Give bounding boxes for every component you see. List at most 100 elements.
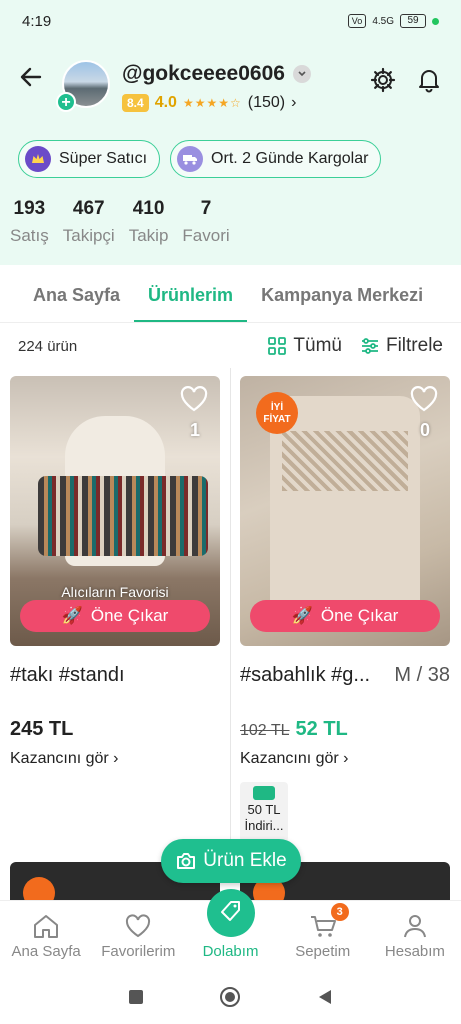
badge-text-line2: FİYAT (263, 412, 290, 425)
nav-closet[interactable]: Dolabım (184, 889, 276, 970)
earnings-link[interactable]: Kazancını gör › (10, 750, 119, 768)
good-price-badge-icon: İYİ FİYAT (256, 392, 298, 434)
stat-followers[interactable]: 467 Takipçi (63, 198, 115, 246)
stat-label: Takip (128, 226, 169, 245)
seller-badges: Süper Satıcı Ort. 2 Günde Kargolar (18, 140, 382, 178)
product-card[interactable]: 1 Alıcıların Favorisi 🚀 Öne Çıkar #takı … (0, 368, 230, 858)
product-title: #sabahlık #g... (240, 664, 371, 686)
review-count: (150) (247, 94, 286, 111)
like-button[interactable] (180, 386, 208, 412)
discount-coupon[interactable]: 50 TL İndiri... (240, 782, 288, 842)
filter-button[interactable]: Filtrele (360, 335, 443, 357)
tag-icon (220, 901, 240, 921)
gear-icon (370, 67, 396, 93)
bottom-navigation: Ana Sayfa Favorilerim Dolabım 3 Sepetim … (0, 889, 461, 970)
favorite-label: Alıcıların Favorisi (61, 584, 169, 600)
username-row[interactable]: @gokceeee0606 (122, 62, 311, 86)
rating-row[interactable]: 8.4 4.0 ★★★★☆ (150) › (122, 94, 296, 112)
nav-cart[interactable]: 3 Sepetim (277, 901, 369, 970)
network-label: 4.5G (372, 15, 394, 27)
rocket-icon: 🚀 (61, 606, 83, 625)
badge-text-line1: İYİ (271, 400, 283, 413)
nav-home[interactable]: Ana Sayfa (0, 901, 92, 970)
status-time: 4:19 (22, 12, 52, 30)
stat-value: 193 (13, 198, 46, 219)
promote-label: Öne Çıkar (90, 606, 169, 625)
arrow-left-icon (20, 67, 42, 87)
coupon-icon (253, 786, 275, 800)
rating-stars: ★★★★☆ (182, 96, 242, 110)
add-product-label: Ürün Ekle (203, 850, 287, 871)
product-price: 52 TL (295, 718, 348, 740)
status-icons: Vo 4.5G 59 (347, 14, 439, 28)
crown-icon (25, 146, 51, 172)
closet-fab[interactable] (206, 889, 255, 937)
promote-button[interactable]: 🚀 Öne Çıkar (20, 600, 210, 632)
coupon-text: 50 TL İndiri... (244, 802, 284, 833)
home-circle-icon[interactable] (219, 986, 241, 1008)
product-size: M / 38 (394, 664, 450, 686)
sliders-icon (361, 338, 378, 354)
badge-fast-shipping[interactable]: Ort. 2 Günde Kargolar (170, 140, 382, 178)
chevron-right-icon: › (291, 94, 297, 111)
product-title-row: #sabahlık #g... M / 38 (240, 664, 450, 687)
status-bar: 4:19 Vo 4.5G 59 (0, 0, 461, 42)
tab-home[interactable]: Ana Sayfa (0, 268, 134, 322)
stat-value: 410 (132, 198, 165, 219)
back-button[interactable] (16, 62, 46, 92)
filter-bar: 224 ürün Tümü Filtrele (0, 330, 461, 362)
product-image[interactable]: 1 Alıcıların Favorisi 🚀 Öne Çıkar (10, 376, 220, 646)
nav-label: Ana Sayfa (11, 943, 81, 960)
nav-favorites[interactable]: Favorilerim (92, 901, 184, 970)
cart-count-badge: 3 (330, 903, 349, 921)
lace-shape (282, 431, 408, 491)
stat-sales[interactable]: 193 Satış (10, 198, 49, 246)
stat-value: 7 (200, 198, 212, 219)
badge-super-seller[interactable]: Süper Satıcı (18, 140, 161, 178)
good-price-badge-icon (23, 877, 55, 902)
home-icon (34, 915, 59, 938)
earnings-link[interactable]: Kazancını gör › (240, 750, 349, 768)
view-all-button[interactable]: Tümü (267, 335, 342, 357)
system-navigation (0, 970, 461, 1024)
product-card[interactable]: İYİ FİYAT 0 🚀 Öne Çıkar #sabahlık #g... … (230, 368, 460, 858)
badge-label: Süper Satıcı (59, 150, 148, 167)
nav-account[interactable]: Hesabım (369, 901, 461, 970)
product-price: 245 TL (10, 718, 74, 740)
nav-label: Favorilerim (101, 943, 176, 960)
stat-label: Takipçi (62, 226, 115, 245)
stat-favorites[interactable]: 7 Favori (182, 198, 229, 246)
user-icon (403, 915, 426, 938)
add-photo-icon[interactable]: + (56, 92, 76, 112)
avatar[interactable]: + (56, 60, 110, 112)
chevron-down-icon[interactable] (292, 65, 311, 83)
add-product-button[interactable]: Ürün Ekle (161, 839, 301, 883)
heart-icon (410, 386, 438, 412)
bell-icon (419, 70, 439, 93)
promote-button[interactable]: 🚀 Öne Çıkar (250, 600, 440, 632)
recents-icon[interactable] (127, 988, 145, 1006)
stat-label: Favori (182, 226, 230, 245)
profile-header: + @gokceeee0606 8.4 4.0 ★★★★☆ (150) › Sü… (0, 42, 461, 265)
nav-label: Dolabım (202, 943, 259, 960)
stat-following[interactable]: 410 Takip (129, 198, 169, 246)
notifications-button[interactable] (415, 66, 443, 94)
nav-label: Sepetim (295, 943, 351, 960)
privacy-dot-icon (432, 17, 439, 25)
badge-label: Ort. 2 Günde Kargolar (211, 150, 369, 167)
like-count: 0 (419, 420, 430, 440)
tab-campaign-center[interactable]: Kampanya Merkezi (247, 268, 437, 322)
truck-icon (177, 146, 204, 172)
product-title-row: #takı #standı (10, 664, 220, 687)
tab-my-products[interactable]: Ürünlerim (134, 268, 248, 322)
settings-button[interactable] (369, 66, 397, 94)
like-count: 1 (189, 420, 200, 440)
product-title: #takı #standı (10, 664, 125, 686)
back-triangle-icon[interactable] (316, 988, 334, 1006)
product-count: 224 ürün (18, 337, 78, 355)
product-image[interactable]: İYİ FİYAT 0 🚀 Öne Çıkar (240, 376, 450, 646)
product-price-row: 245 TL (10, 718, 73, 741)
stat-value: 467 (72, 198, 105, 219)
like-button[interactable] (410, 386, 438, 412)
grid-icon (268, 337, 287, 355)
